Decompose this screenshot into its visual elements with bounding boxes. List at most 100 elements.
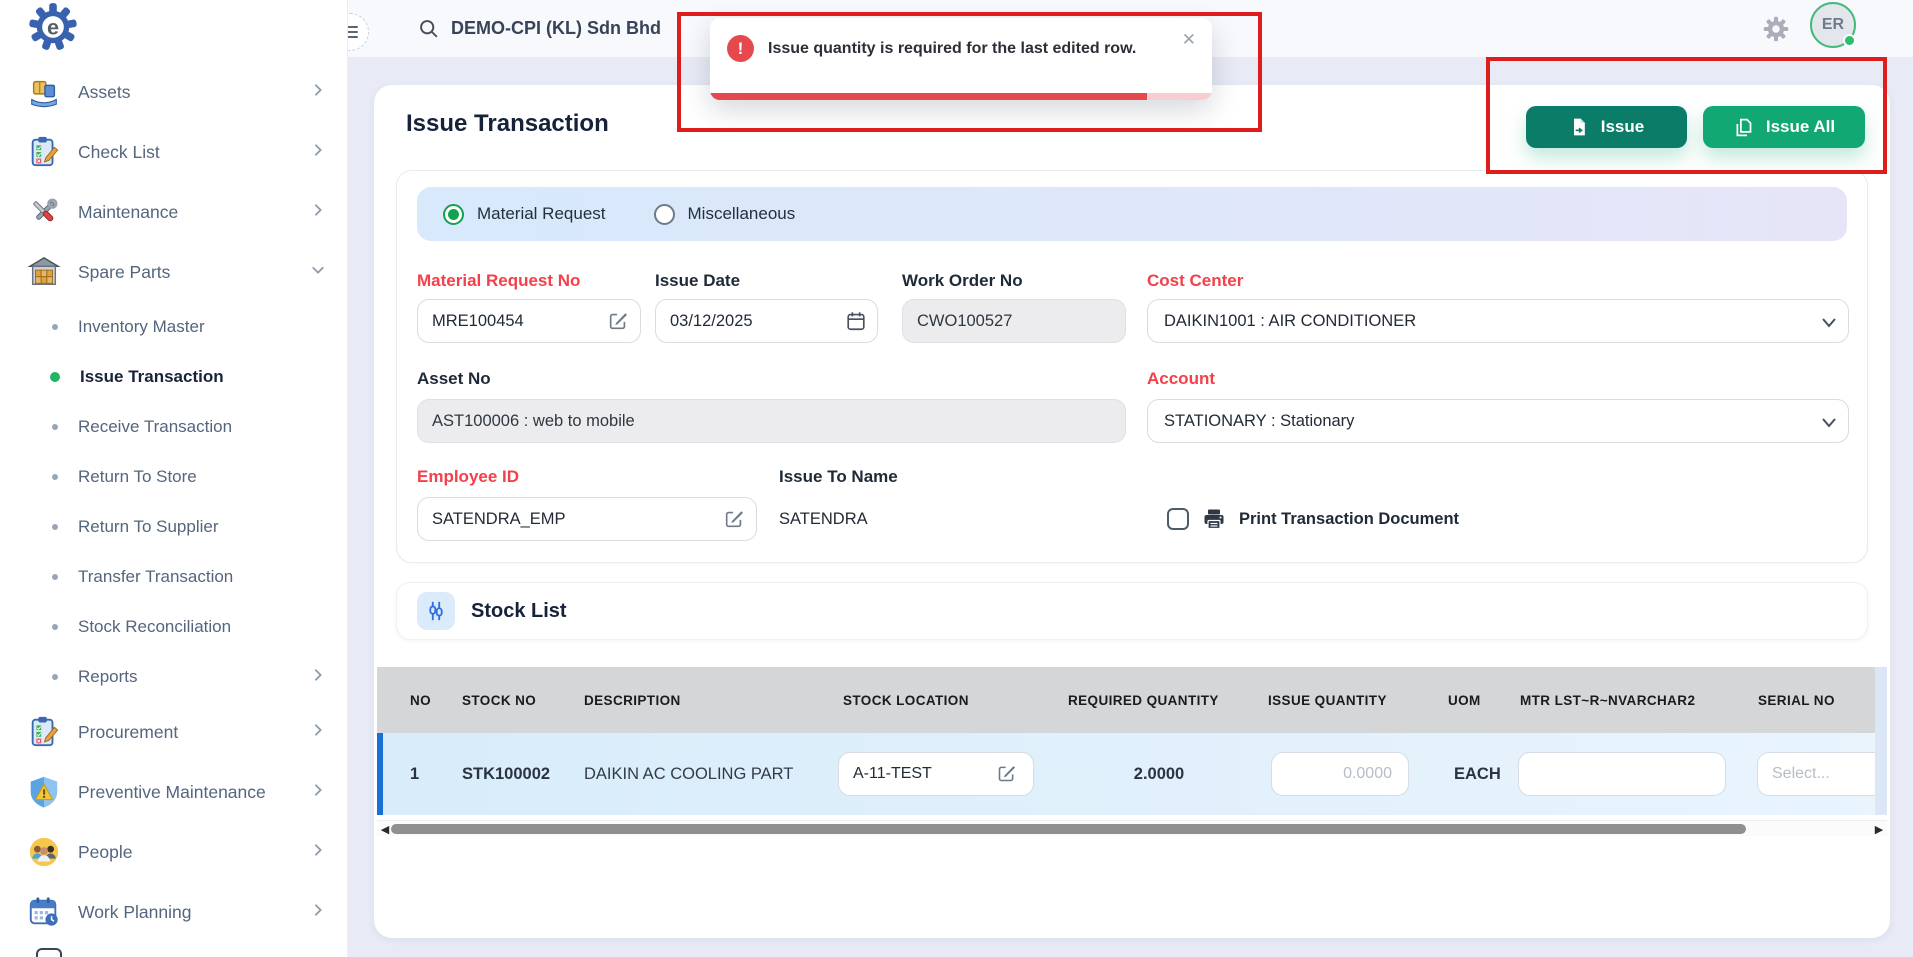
employee-id-label: Employee ID [417,467,519,487]
sidebar-item-spare-parts[interactable]: Spare Parts [0,242,347,302]
material-request-no-label: Material Request No [417,271,580,291]
issue-to-name-value: SATENDRA [779,497,868,541]
print-transaction-document-option[interactable]: Print Transaction Document [1167,507,1459,531]
error-toast: ! Issue quantity is required for the las… [710,18,1212,100]
maintenance-icon [26,194,62,230]
table-right-scroll-strip[interactable] [1875,667,1887,815]
stock-list-slider-icon [417,592,455,630]
sidebar-item-procurement[interactable]: Procurement [0,702,347,762]
table-horizontal-scrollbar[interactable]: ◀ ▶ [377,820,1887,836]
cell-stock-no: STK100002 [462,733,550,815]
issue-button[interactable]: Issue [1526,106,1687,148]
cell-required-quantity: 2.0000 [1074,733,1244,815]
sidebar-item-partial-icon[interactable] [36,948,62,957]
mtr-lst-input[interactable] [1518,752,1726,796]
work-planning-icon [26,894,62,930]
sidebar-item-work-planning[interactable]: Work Planning [0,882,347,942]
preventive-maintenance-icon [26,774,62,810]
user-avatar[interactable]: ER [1810,2,1856,48]
people-icon [26,834,62,870]
cell-no: 1 [410,733,419,815]
material-request-no-input[interactable] [417,299,641,343]
cost-center-select[interactable]: DAIKIN1001 : AIR CONDITIONER [1147,299,1849,343]
scrollbar-thumb[interactable] [391,824,1746,834]
issue-transaction-page: Issue Transaction Issue Issue All Materi… [374,85,1890,938]
sidebar-item-return-to-store[interactable]: Return To Store [0,452,347,502]
sidebar-item-inventory-master[interactable]: Inventory Master [0,302,347,352]
col-required-quantity: REQUIRED QUANTITY [1068,667,1219,733]
sidebar-item-label: Check List [78,142,311,163]
toast-close-icon[interactable]: ✕ [1182,30,1196,50]
work-order-no-input [902,299,1126,343]
avatar-initials: ER [1822,16,1844,34]
radio-miscellaneous[interactable]: Miscellaneous [654,204,796,225]
copy-pages-icon [1733,117,1754,138]
col-uom: UOM [1448,667,1481,733]
toast-message: Issue quantity is required for the last … [768,18,1136,80]
error-exclamation-icon: ! [727,35,754,62]
bullet-icon [52,674,58,680]
page-title: Issue Transaction [406,110,609,138]
chevron-right-icon [311,783,327,802]
stock-list-title: Stock List [471,600,567,623]
settings-gear-icon[interactable] [1762,15,1790,43]
bullet-icon [52,624,58,630]
stock-list-header: Stock List [396,582,1868,640]
sidebar-item-return-to-supplier[interactable]: Return To Supplier [0,502,347,552]
sidebar-nav: Assets Check List [0,62,347,942]
sidebar-item-reports[interactable]: Reports [0,652,347,702]
scroll-right-arrow-icon[interactable]: ▶ [1873,822,1885,836]
sidebar-item-people[interactable]: People [0,822,347,882]
issue-quantity-input[interactable] [1271,752,1409,796]
active-dot-icon [50,372,60,382]
sidebar-item-receive-transaction[interactable]: Receive Transaction [0,402,347,452]
sidebar-item-preventive-maintenance[interactable]: Preventive Maintenance [0,762,347,822]
sidebar-item-label: Procurement [78,722,311,743]
print-checkbox[interactable] [1167,508,1189,530]
sidebar-item-check-list[interactable]: Check List [0,122,347,182]
global-search[interactable]: DEMO-CPI (KL) Sdn Bhd [418,0,661,57]
transaction-form: Material Request Miscellaneous Material … [396,170,1868,563]
issue-date-input[interactable] [655,299,878,343]
sidebar-item-assets[interactable]: Assets [0,62,347,122]
bullet-icon [52,574,58,580]
stock-table-row: 1 STK100002 DAIKIN AC COOLING PART 2.000… [377,733,1887,815]
chevron-right-icon [311,668,327,687]
bullet-icon [52,324,58,330]
issue-to-name-label: Issue To Name [779,467,898,487]
bullet-icon [52,424,58,430]
employee-id-input[interactable] [417,497,757,541]
sidebar-item-stock-reconciliation[interactable]: Stock Reconciliation [0,602,347,652]
sidebar-item-transfer-transaction[interactable]: Transfer Transaction [0,552,347,602]
company-search-text[interactable]: DEMO-CPI (KL) Sdn Bhd [451,18,661,39]
bullet-icon [52,524,58,530]
stock-table-header: NO STOCK NO DESCRIPTION STOCK LOCATION R… [377,667,1887,733]
stock-location-input[interactable] [838,752,1034,796]
radio-material-request[interactable]: Material Request [443,204,606,225]
chevron-right-icon [311,203,327,222]
toast-progress-track [710,93,1212,100]
procurement-icon [26,714,62,750]
chevron-right-icon [311,723,327,742]
chevron-right-icon [311,843,327,862]
app-logo-gear-icon[interactable]: e [26,1,80,58]
serial-no-select[interactable] [1757,752,1887,796]
search-icon [418,18,439,39]
issue-all-button[interactable]: Issue All [1703,106,1865,148]
sidebar-item-issue-transaction[interactable]: Issue Transaction [0,352,347,402]
chevron-right-icon [311,903,327,922]
sidebar-item-label: People [78,842,311,863]
account-select[interactable]: STATIONARY : Stationary [1147,399,1849,443]
col-no: NO [410,667,431,733]
cost-center-label: Cost Center [1147,271,1243,291]
radio-unselected-icon [654,204,675,225]
col-description: DESCRIPTION [584,667,681,733]
col-mtr-lst-r-nvarchar2: MTR LST~R~NVARCHAR2 [1520,667,1695,733]
issue-date-label: Issue Date [655,271,740,291]
chevron-down-icon [311,263,327,282]
asset-no-input [417,399,1126,443]
scroll-left-arrow-icon[interactable]: ◀ [379,822,391,836]
sidebar: e Assets [0,0,348,957]
sidebar-item-maintenance[interactable]: Maintenance [0,182,347,242]
work-order-no-label: Work Order No [902,271,1023,291]
